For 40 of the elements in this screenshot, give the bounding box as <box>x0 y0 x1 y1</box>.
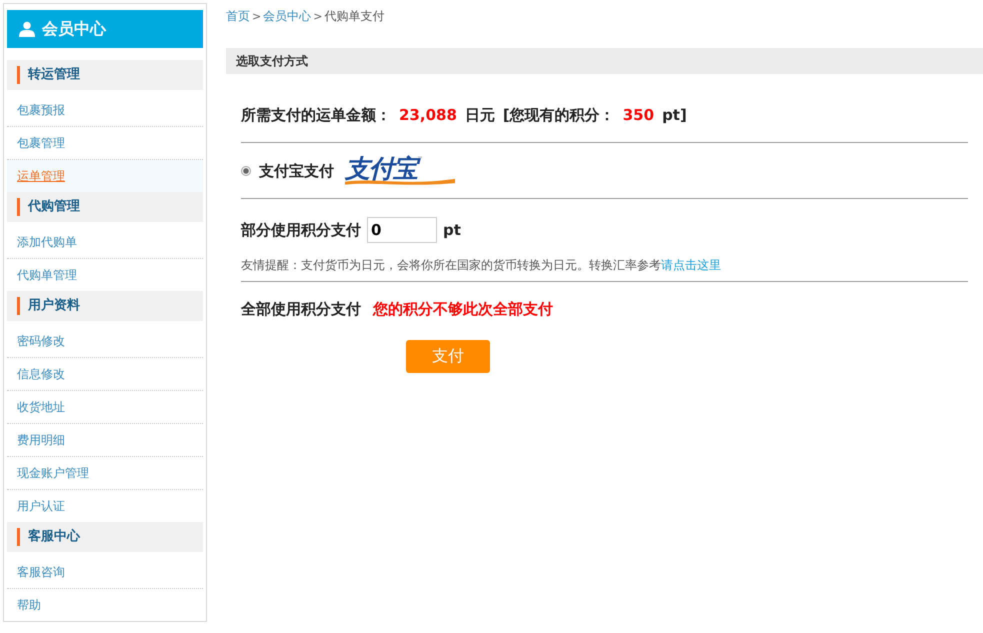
section-title: 转运管理 <box>17 66 80 84</box>
sidebar-item[interactable]: 运单管理 <box>7 160 203 192</box>
sidebar-item[interactable]: 包裹预报 <box>7 94 203 127</box>
section-title: 用户资料 <box>17 297 80 315</box>
breadcrumb-current: 代购单支付 <box>324 8 384 24</box>
sidebar-item[interactable]: 客服咨询 <box>7 556 203 589</box>
pay-button[interactable]: 支付 <box>406 340 490 373</box>
points-value: 350 <box>622 106 654 124</box>
section-title: 代购管理 <box>17 198 80 216</box>
points-unit: pt] <box>662 106 687 124</box>
points-label: [您现有的积分： <box>502 106 615 124</box>
partial-points-label: 部分使用积分支付 <box>241 220 361 240</box>
sidebar-item[interactable]: 信息修改 <box>7 358 203 391</box>
radio-button[interactable] <box>241 166 251 176</box>
sidebar-item[interactable]: 费用明细 <box>7 424 203 457</box>
exchange-rate-link[interactable]: 请点击这里 <box>661 258 721 272</box>
points-input[interactable]: 0 <box>367 217 437 243</box>
user-icon <box>19 21 35 37</box>
breadcrumb-separator: > <box>313 10 322 22</box>
breadcrumb-link[interactable]: 首页 <box>226 8 250 24</box>
sidebar-item[interactable]: 收货地址 <box>7 391 203 424</box>
sidebar-item[interactable]: 帮助 <box>7 589 203 621</box>
payment-option-label: 支付宝支付 <box>259 162 334 180</box>
full-points-label: 全部使用积分支付 <box>241 300 361 318</box>
amount-value: 23,088 <box>399 106 457 124</box>
sidebar-item[interactable]: 密码修改 <box>7 325 203 358</box>
amount-label: 所需支付的运单金额： <box>241 106 391 124</box>
points-unit: pt <box>443 221 461 239</box>
sidebar-title: 会员中心 <box>42 18 106 40</box>
sidebar-item[interactable]: 代购单管理 <box>7 259 203 291</box>
sidebar-item[interactable]: 添加代购单 <box>7 226 203 259</box>
section-title: 客服中心 <box>17 528 80 546</box>
currency-unit: 日元 <box>464 106 495 124</box>
section-bar: 选取支付方式 <box>226 48 983 74</box>
breadcrumb-separator: > <box>252 10 262 22</box>
warning-text: 您的积分不够此次全部支付 <box>373 300 553 318</box>
breadcrumb-link[interactable]: 会员中心 <box>263 8 312 24</box>
sidebar-item[interactable]: 用户认证 <box>7 490 203 522</box>
hint-text: 友情提醒：支付货币为日元，会将你所在国家的货币转换为日元。转换汇率参考请点击这里 <box>241 257 722 274</box>
sidebar-item[interactable]: 现金账户管理 <box>7 457 203 490</box>
